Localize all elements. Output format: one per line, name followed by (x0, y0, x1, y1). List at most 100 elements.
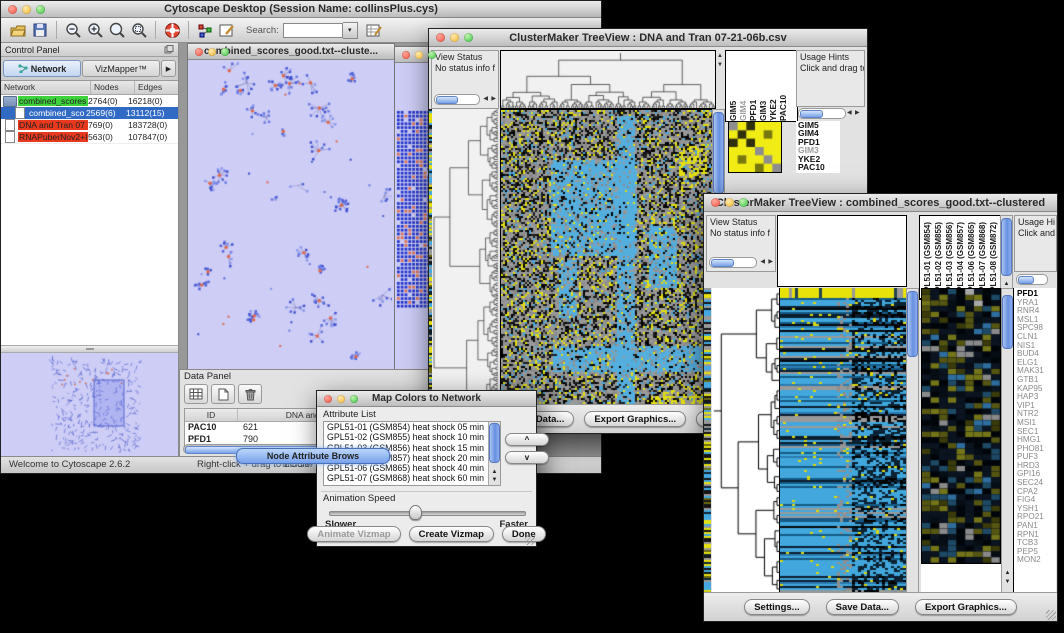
network-row[interactable]: combined_scores2764(0)16218(0) (1, 95, 178, 107)
minimize-button[interactable] (725, 198, 734, 207)
network-overview-panel[interactable] (1, 353, 178, 457)
scroll-down-icon[interactable]: ▼ (717, 61, 723, 70)
minimize-button[interactable] (208, 48, 216, 56)
zoom-fit-button[interactable] (106, 20, 128, 40)
zoom-button[interactable] (739, 198, 748, 207)
destroy-network-button[interactable] (161, 20, 183, 40)
treeview1-titlebar[interactable]: ClusterMaker TreeView : DNA and Tran 07-… (429, 29, 867, 47)
move-up-button[interactable]: ^ (505, 433, 549, 446)
vscroll-thumb[interactable] (489, 423, 500, 463)
close-button[interactable] (324, 395, 332, 403)
zoom-out-button[interactable] (62, 20, 84, 40)
zoom-button[interactable] (221, 48, 229, 56)
zoom-button[interactable] (428, 51, 436, 59)
tv1-heatmap[interactable] (500, 109, 712, 423)
scroll-down-icon[interactable]: ▼ (1002, 579, 1013, 586)
attribute-list-item[interactable]: GPL51-07 (GSM868) heat shock 60 min (324, 473, 500, 483)
tv1-usage-hscrollbar[interactable] (798, 108, 846, 119)
settings-button[interactable]: Settings... (744, 599, 809, 615)
open-session-button[interactable] (7, 20, 29, 40)
tv2-row-dendrogram[interactable] (712, 288, 779, 594)
minimize-button[interactable] (450, 33, 459, 42)
panel-splitter[interactable] (1, 345, 178, 353)
main-titlebar[interactable]: Cytoscape Desktop (Session Name: collins… (1, 1, 601, 18)
network-row[interactable]: RNAPuberNov2+I563(0)107847(0) (1, 131, 178, 143)
tv2-column-dendrogram[interactable] (777, 215, 907, 287)
tv2-global-vscrollbar[interactable] (906, 288, 919, 596)
treeview2-titlebar[interactable]: ClusterMaker TreeView : combined_scores_… (704, 194, 1057, 212)
tab-overflow-button[interactable]: ▶ (161, 60, 176, 77)
network-window-1-titlebar[interactable]: combined_scores_good.txt--cluste... (188, 44, 394, 60)
close-button[interactable] (8, 5, 17, 14)
col-network[interactable]: Network (1, 81, 91, 94)
close-button[interactable] (436, 33, 445, 42)
scroll-down-icon[interactable]: ▼ (489, 477, 500, 484)
tv2-status-hscrollbar[interactable] (709, 257, 757, 268)
scroll-left-icon[interactable]: ◀ (847, 109, 852, 118)
move-down-button[interactable]: v (505, 451, 549, 464)
hscroll-thumb[interactable] (436, 96, 458, 104)
attribute-list-item[interactable]: GPL51-02 (GSM855) heat shock 10 min (324, 432, 500, 442)
scroll-left-icon[interactable]: ◀ (760, 258, 765, 267)
tab-network[interactable]: Network (3, 60, 81, 77)
tv1-zoom-matrix[interactable] (728, 121, 782, 173)
scroll-up-icon[interactable]: ▲ (1001, 281, 1012, 288)
hscroll-thumb[interactable] (800, 110, 823, 118)
scroll-left-icon[interactable]: ◀ (483, 95, 488, 104)
select-attributes-button[interactable] (184, 384, 208, 404)
zoom-button[interactable] (36, 5, 45, 14)
network-view-1-canvas[interactable] (188, 60, 392, 369)
scroll-right-icon[interactable]: ▶ (768, 258, 773, 267)
tv2-usage-hscrollbar[interactable] (1016, 274, 1048, 285)
search-input[interactable] (283, 23, 343, 38)
minimize-button[interactable] (22, 5, 31, 14)
node-attribute-browser-button[interactable]: Node Attribute Brows (236, 448, 390, 464)
attribute-browser-button[interactable] (364, 20, 386, 40)
zoom-selected-button[interactable] (128, 20, 150, 40)
done-button[interactable]: Done (502, 526, 546, 542)
close-button[interactable] (711, 198, 720, 207)
export-graphics-button[interactable]: Export Graphics... (584, 411, 686, 427)
create-vizmap-button[interactable]: Create Vizmap (409, 526, 494, 542)
scroll-up-icon[interactable]: ▲ (1002, 570, 1013, 577)
tv1-status-hscrollbar[interactable] (434, 94, 480, 105)
scroll-right-icon[interactable]: ▶ (491, 95, 496, 104)
network-row[interactable]: combined_sco2569(6)13112(15) (1, 107, 178, 119)
tv2-heatmap-global[interactable] (779, 288, 906, 594)
minimize-button[interactable] (415, 51, 423, 59)
vscroll-thumb[interactable] (713, 112, 724, 194)
dialog-titlebar[interactable]: Map Colors to Network (317, 391, 536, 407)
list-vscrollbar[interactable]: ▲ ▼ (488, 422, 500, 485)
speed-slider-thumb[interactable] (409, 505, 422, 520)
attribute-list-item[interactable]: GPL51-06 (GSM865) heat shock 40 min (324, 463, 500, 473)
tv1-row-dendrogram[interactable] (432, 109, 498, 422)
scroll-up-icon[interactable]: ▲ (717, 52, 723, 61)
attribute-list-item[interactable]: GPL51-01 (GSM854) heat shock 05 min (324, 422, 500, 432)
save-data-button[interactable]: Save Data... (826, 599, 899, 615)
vscroll-thumb[interactable] (907, 291, 918, 357)
export-graphics-button[interactable]: Export Graphics... (915, 599, 1017, 615)
zoom-button[interactable] (350, 395, 358, 403)
id-column-header[interactable]: ID (185, 409, 238, 421)
gene-label[interactable]: MON2 (1017, 556, 1056, 565)
tv2-heatmap-zoom[interactable] (921, 288, 1001, 564)
save-session-button[interactable] (29, 20, 51, 40)
zoom-button[interactable] (464, 33, 473, 42)
vizmapper-button[interactable] (194, 20, 216, 40)
network-row[interactable]: DNA and Tran 07769(0)183728(0) (1, 119, 178, 131)
zoom-in-button[interactable] (84, 20, 106, 40)
vscroll-thumb[interactable] (1002, 295, 1013, 349)
tv1-column-dendrogram[interactable] (500, 50, 716, 109)
animate-vizmap-button[interactable]: Animate Vizmap (307, 526, 400, 542)
speed-slider-track[interactable] (329, 511, 526, 516)
close-button[interactable] (402, 51, 410, 59)
resize-grip[interactable] (525, 535, 535, 545)
resize-grip[interactable] (1046, 610, 1056, 620)
delete-attribute-button[interactable] (238, 384, 262, 404)
annotation-button[interactable] (216, 20, 238, 40)
float-panel-icon[interactable] (164, 45, 174, 54)
minimize-button[interactable] (337, 395, 345, 403)
new-attribute-button[interactable] (211, 384, 235, 404)
hscroll-thumb[interactable] (711, 259, 734, 267)
scroll-right-icon[interactable]: ▶ (855, 109, 860, 118)
